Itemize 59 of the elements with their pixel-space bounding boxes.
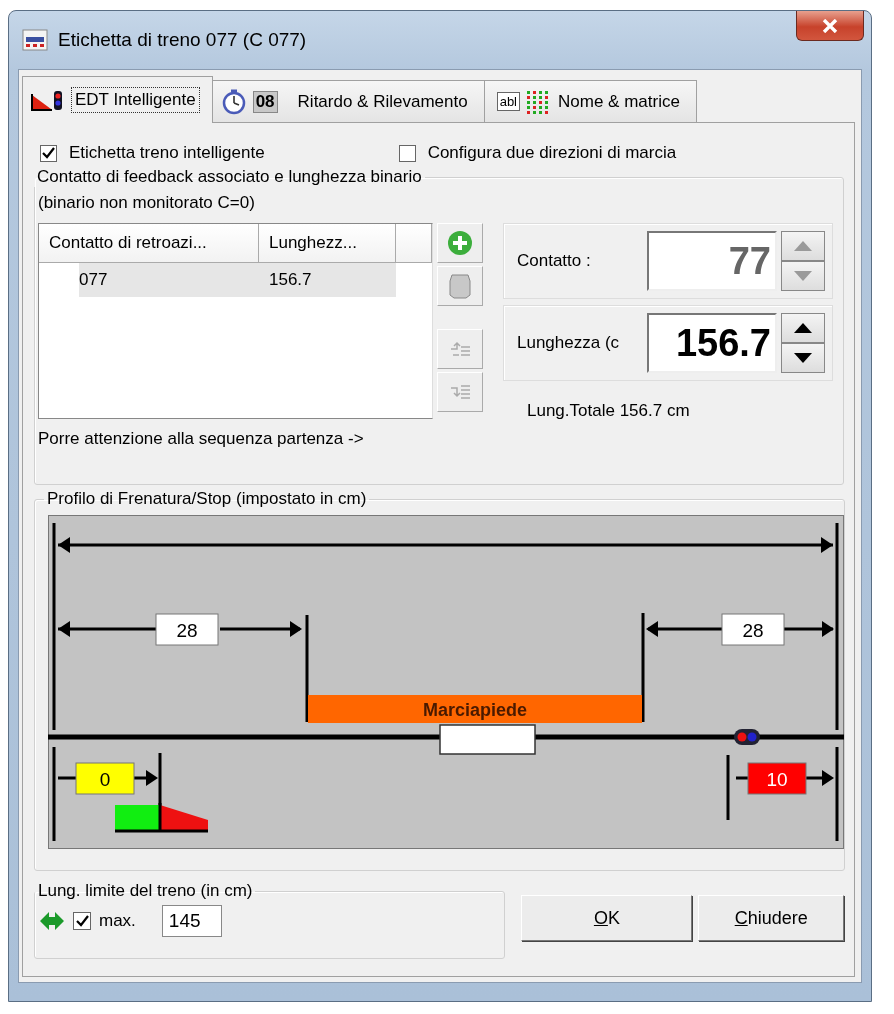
column-header[interactable] [396,224,432,262]
counter-badge: 08 [252,90,278,113]
total-length-text: Lung.Totale 156.7 cm [527,401,691,421]
table-cell-text: 077 [79,270,109,290]
warning-text: Porre attenzione alla sequenza partenza -> [38,429,365,449]
table-cell: 156.7 [269,270,312,290]
field-label: Lunghezza (c [517,333,621,353]
checkbox-option[interactable]: Configura due direzioni di marcia [398,143,677,163]
up-arrow-icon [793,240,813,252]
checkmark-icon [42,147,55,159]
max-length-field[interactable]: 145 [161,905,222,937]
dialog-button[interactable]: Chiudere [698,895,844,941]
up-arrow-icon [793,322,813,334]
move-down-button[interactable] [437,372,483,412]
tab[interactable]: 08 Ritardo & Rilevamento [211,80,485,122]
increment-button[interactable] [781,313,825,343]
platform-bar: Marciapiede [308,695,642,723]
tab[interactable]: EDT Intelligente [22,76,213,123]
group-title: Lung. limite del treno (in cm) [37,881,254,901]
list-arrow-icon [448,382,472,402]
start-value-label: 0 [75,762,135,795]
number-field[interactable]: 156.7 [647,313,777,373]
close-button[interactable] [796,11,864,41]
text-field-badge: abl [496,92,520,111]
field-label: Contatto : [517,251,592,271]
checkbox[interactable] [73,912,91,930]
window-title: Etichetta di treno 077 (C 077) [58,29,308,51]
ramp-signal-icon [31,89,65,111]
move-up-button[interactable] [437,329,483,369]
list-arrow-icon [448,339,472,359]
plus-icon [447,230,473,256]
column-header[interactable]: Contatto di retroazi... [39,224,259,262]
app-logo-icon [22,28,48,52]
dialog-button[interactable]: OK [521,895,693,941]
group-title: Profilo di Frenatura/Stop (impostato in cm) [46,489,368,509]
down-arrow-icon [793,270,813,282]
tab[interactable]: abl Nome & matrice [483,80,697,122]
max-label: max. [99,911,136,931]
column-header[interactable]: Lunghezz... [259,224,396,262]
checkmark-icon [75,915,89,927]
distance-label: 28 [155,613,219,646]
add-button[interactable] [437,223,483,263]
group-title: Contatto di feedback associato e lunghezza binario [36,167,423,187]
remove-button[interactable] [437,266,483,306]
table-row[interactable]: 077 156.7 [79,263,396,297]
stop-value-label: 10 [747,762,807,795]
double-arrow-icon [39,911,65,931]
down-arrow-icon [793,352,813,364]
checkbox-option[interactable]: Etichetta treno intelligente [40,143,265,163]
stop-marker-line [726,755,730,820]
note-text: (binario non monitorato C=0) [38,193,256,213]
close-icon [822,18,838,33]
shield-icon [448,273,472,299]
stopwatch-icon [220,88,247,115]
decrement-button[interactable] [781,343,825,373]
checkbox[interactable] [398,144,416,162]
dot-matrix-icon [526,89,548,114]
distance-label: 28 [721,613,785,646]
checkbox[interactable] [40,144,57,162]
